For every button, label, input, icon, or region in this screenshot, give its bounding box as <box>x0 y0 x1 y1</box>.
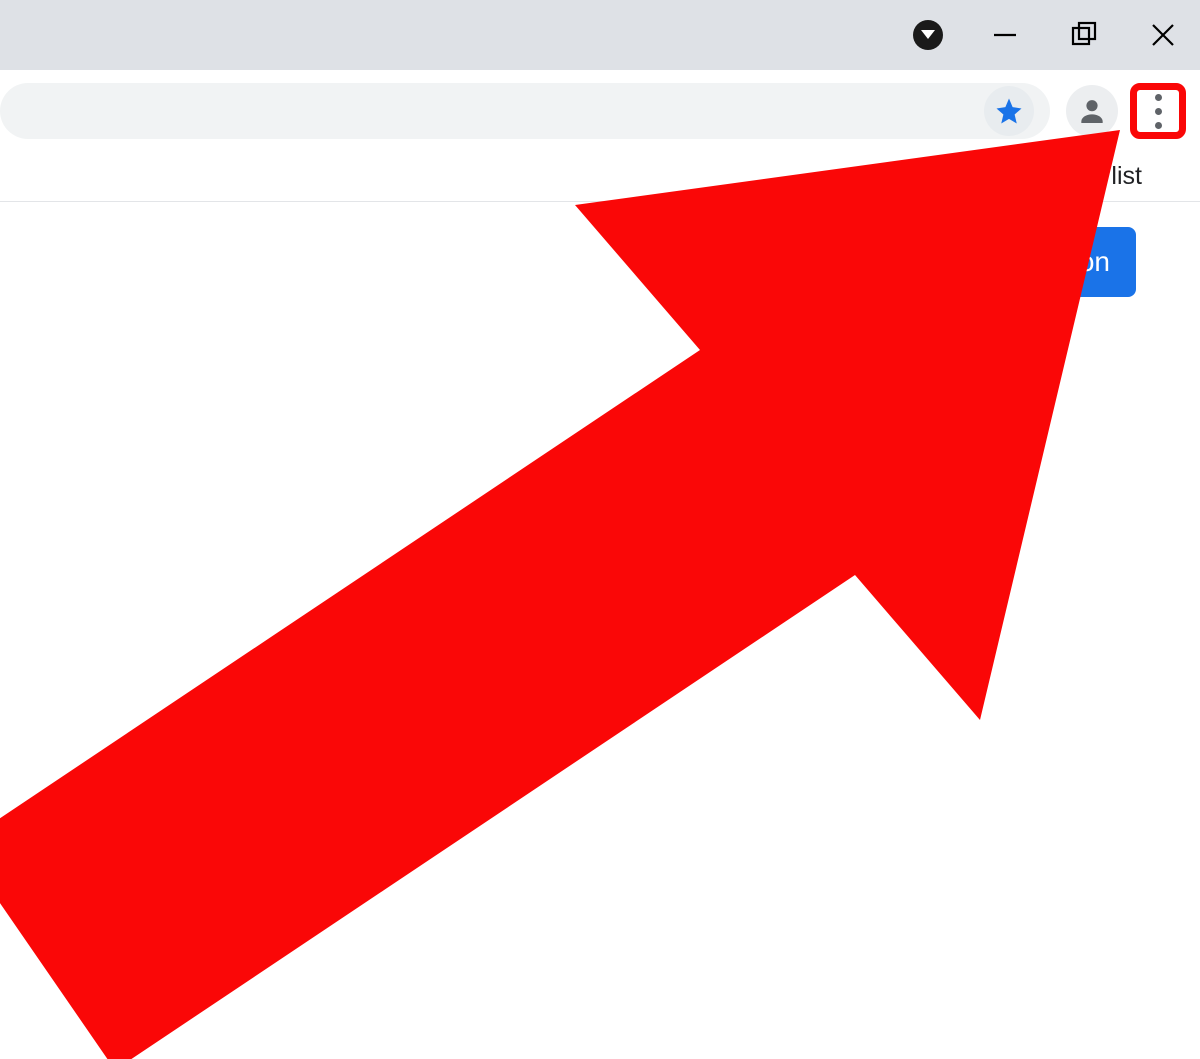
bookmark-star-icon[interactable] <box>984 86 1034 136</box>
window-titlebar <box>0 0 1200 70</box>
gmail-link[interactable]: Gmail <box>637 246 710 278</box>
maximize-button[interactable] <box>1067 18 1101 52</box>
account-dropdown-icon[interactable] <box>913 20 943 50</box>
sign-in-button[interactable]: Iniciar sesión <box>921 227 1136 297</box>
close-button[interactable] <box>1146 18 1180 52</box>
browser-toolbar <box>0 70 1200 152</box>
address-bar[interactable] <box>0 83 1050 139</box>
profile-avatar-icon[interactable] <box>1066 85 1118 137</box>
minimize-button[interactable] <box>988 18 1022 52</box>
kebab-menu-icon[interactable] <box>1155 94 1162 129</box>
bookmarks-divider <box>944 160 945 194</box>
page-header-links: Gmail Imágenes Iniciar sesión <box>0 202 1200 322</box>
chrome-menu-highlight <box>1130 83 1186 139</box>
reading-list-button[interactable]: Reading list <box>1011 162 1142 191</box>
bookmarks-bar: Reading list <box>0 152 1200 202</box>
reading-list-icon <box>967 166 995 188</box>
images-link[interactable]: Imágenes <box>754 246 877 278</box>
